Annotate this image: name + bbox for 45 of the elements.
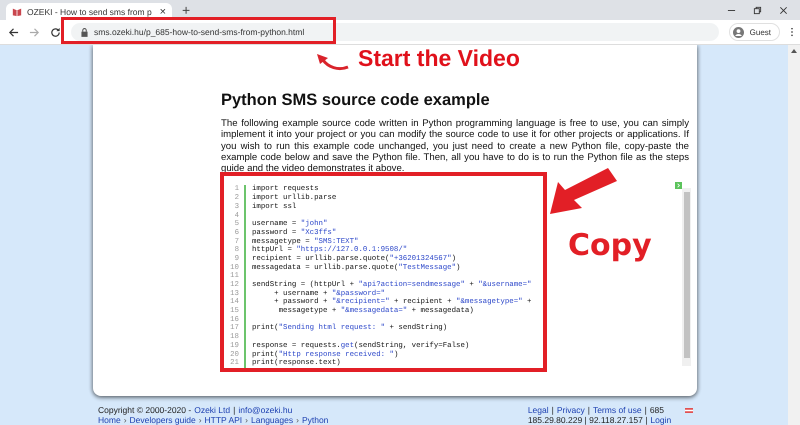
visitor-count: 685 <box>650 406 664 416</box>
start-video-label: Start the Video <box>358 45 520 72</box>
breadcrumb-link[interactable]: Languages <box>251 416 294 425</box>
footer-link[interactable]: Terms of use <box>592 406 642 416</box>
tab-title: OZEKI - How to send sms from p <box>27 6 153 16</box>
profile-button[interactable]: Guest <box>728 23 780 41</box>
restore-icon[interactable] <box>753 6 762 14</box>
scrollbar[interactable] <box>682 188 691 366</box>
company-link[interactable]: Ozeki Ltd <box>194 406 230 416</box>
address-bar[interactable]: sms.ozeki.hu/p_685-how-to-send-sms-from-python.html <box>71 23 719 41</box>
intro-paragraph: The following example source code written in Python programming language is free to use, you can simply implement it into your project or you can modify the source code to use it for other projects or applications. If you wish to run this example code unchanged, you just need to create a new Python file, copy-paste the example code below and save the Python file. Then, all you have to do is to run the Python file as the steps guide and the video demonstrates it above. <box>221 118 689 174</box>
site-logo-icon <box>12 6 22 16</box>
login-link[interactable]: Login <box>650 416 672 425</box>
back-arrow-icon[interactable] <box>8 26 19 38</box>
lock-icon <box>81 28 88 36</box>
breadcrumb-separator: › <box>124 416 127 425</box>
arrow-icon <box>548 168 618 216</box>
flag-icon <box>685 408 693 414</box>
person-icon <box>732 26 744 38</box>
breadcrumb-link[interactable]: Python <box>302 416 328 425</box>
menu-icon[interactable] <box>790 27 794 37</box>
breadcrumb-link[interactable]: HTTP API <box>204 416 242 425</box>
curved-arrow-icon <box>314 53 350 73</box>
footer-link[interactable]: Legal <box>528 406 549 416</box>
new-tab-button[interactable]: + <box>182 2 190 18</box>
scrollbar[interactable] <box>788 45 800 425</box>
ip-addresses: 185.29.80.229 | 92.118.27.157 | <box>528 416 648 425</box>
copyright-text: Copyright © 2000-2020 - <box>98 406 192 416</box>
breadcrumb-separator: › <box>296 416 299 425</box>
reload-icon[interactable] <box>50 26 61 38</box>
separator-text: | <box>644 406 647 416</box>
close-icon[interactable] <box>779 6 788 14</box>
section-heading: Python SMS source code example <box>221 91 491 110</box>
footer-link[interactable]: Privacy <box>556 406 585 416</box>
separator-text: | <box>233 406 236 416</box>
close-icon[interactable]: × <box>160 6 166 18</box>
separator-text: | <box>588 406 590 416</box>
email-link[interactable]: info@ozeki.hu <box>238 406 292 416</box>
breadcrumb-link[interactable]: Home <box>98 416 121 425</box>
breadcrumb-separator: › <box>245 416 248 425</box>
breadcrumb-separator: › <box>198 416 202 425</box>
separator-text: | <box>552 406 554 416</box>
breadcrumb-link[interactable]: Developers guide <box>130 416 196 425</box>
copy-label: Copy <box>568 228 652 263</box>
url-text: sms.ozeki.hu/p_685-how-to-send-sms-from-python.html <box>94 27 304 37</box>
